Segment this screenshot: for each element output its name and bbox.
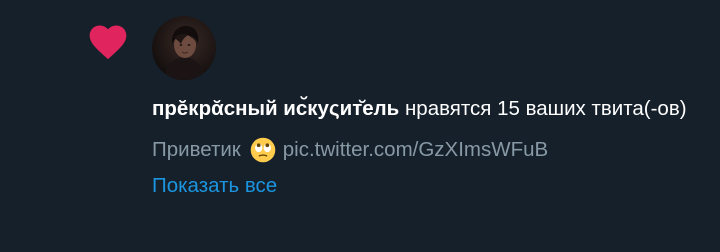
tweet-text: Приветик (152, 138, 241, 161)
show-all-link[interactable]: Показать все (152, 169, 277, 203)
notification-headline: прĕкрᾰсный иc̆куςит̆ель нравятся 15 ваши… (152, 92, 712, 125)
heart-icon (89, 25, 127, 60)
username[interactable]: прĕкрᾰсный иc̆куςит̆ель (152, 97, 399, 120)
action-text: нравятся 15 ваших твита(-ов) (399, 97, 687, 120)
avatar-image (152, 16, 216, 80)
like-notification[interactable]: прĕкрᾰсный иc̆куςит̆ель нравятся 15 ваши… (0, 0, 720, 252)
user-avatar[interactable] (152, 16, 216, 80)
rolling-eyes-emoji (250, 137, 276, 163)
tweet-link[interactable]: pic.twitter.com/GzXImsWFuB (283, 133, 548, 167)
tweet-preview[interactable]: Приветик pic.twitter.com/GzXImsWFuB (152, 133, 712, 167)
notification-text: прĕкрᾰсный иc̆куςит̆ель нравятся 15 ваши… (152, 92, 712, 203)
